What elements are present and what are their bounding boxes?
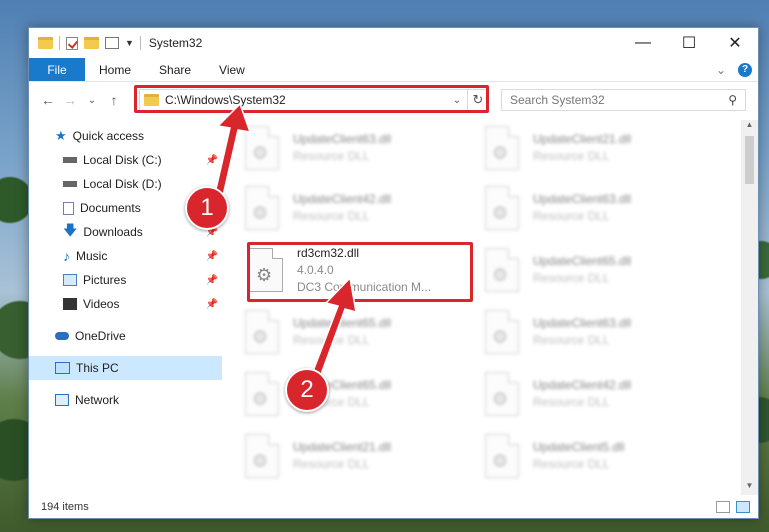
annotation-arrows [213,102,357,378]
arrow-to-address-bar [213,102,252,201]
step-2-badge: 2 [285,368,329,412]
arrow-to-file [311,276,357,378]
step-1-badge: 1 [185,186,229,230]
